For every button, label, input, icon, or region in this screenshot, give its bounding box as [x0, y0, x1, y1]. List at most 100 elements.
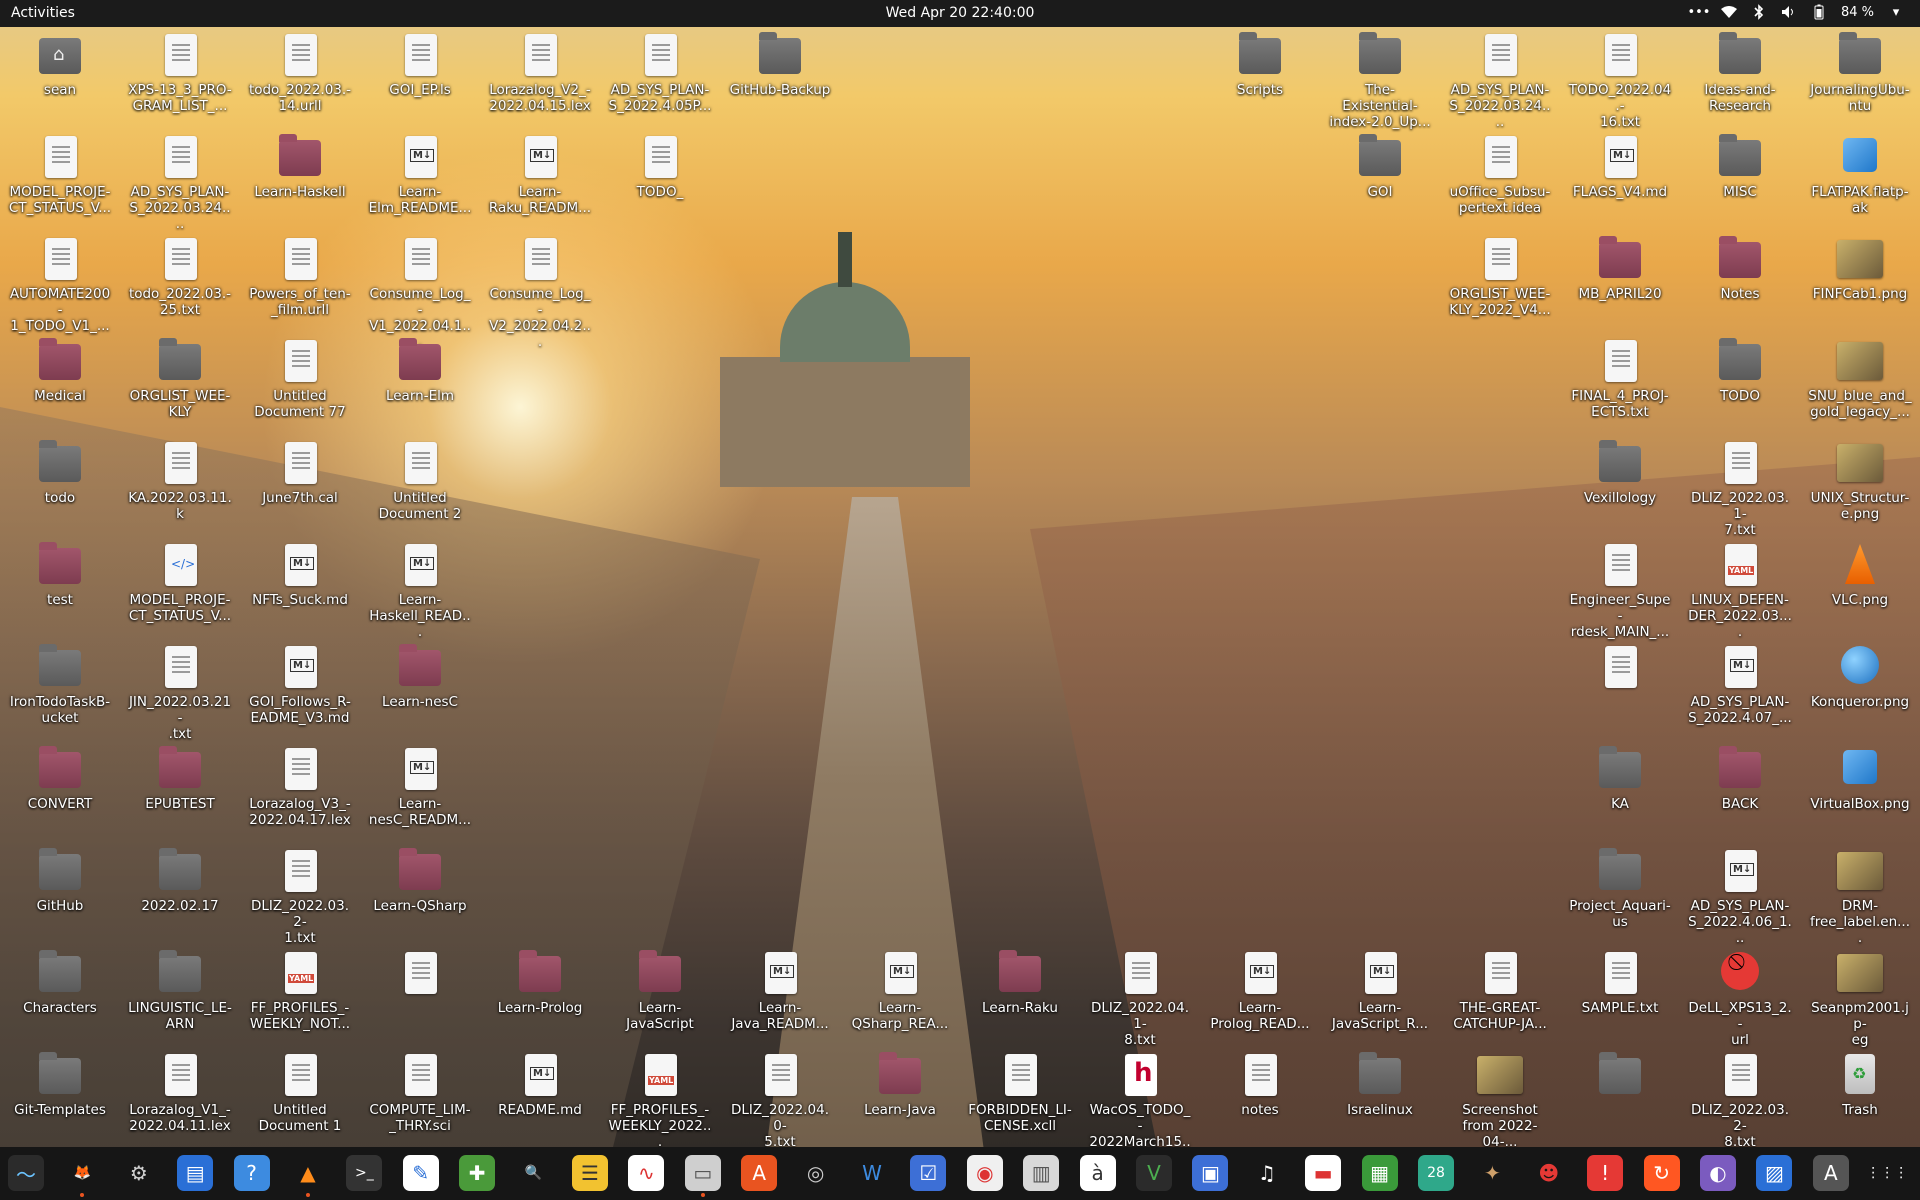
desktop-icon[interactable]: TODO: [1688, 338, 1792, 404]
desktop-icon[interactable]: VLC.png: [1808, 542, 1912, 608]
desktop-icon[interactable]: Learn- Haskell_READ...: [368, 542, 472, 640]
desktop-icon[interactable]: CONVERT: [8, 746, 112, 812]
desktop-icon[interactable]: notes: [1208, 1052, 1312, 1118]
desktop-icon[interactable]: TODO_: [608, 134, 712, 200]
desktop-icon[interactable]: DeLL_XPS13_2.- url: [1688, 950, 1792, 1048]
sticker-icon[interactable]: ◉: [966, 1155, 1003, 1191]
vim-icon[interactable]: V: [1136, 1155, 1172, 1191]
software-center-icon[interactable]: A: [741, 1155, 778, 1191]
disc-icon[interactable]: ◎: [798, 1155, 834, 1191]
desktop-icon[interactable]: README.md: [488, 1052, 592, 1118]
desktop-icon[interactable]: Vexillology: [1568, 440, 1672, 506]
desktop-icon[interactable]: Untitled Document 1: [248, 1052, 352, 1134]
desktop-icon[interactable]: FINAL_4_PROJ- ECTS.txt: [1568, 338, 1672, 420]
desktop-icon[interactable]: FLAGS_V4.md: [1568, 134, 1672, 200]
desktop-icon[interactable]: MB_APRIL20: [1568, 236, 1672, 302]
desktop-icon[interactable]: GOI: [1328, 134, 1432, 200]
desktop-icon[interactable]: JournalingUbu- ntu: [1808, 32, 1912, 114]
calendar-icon[interactable]: 28: [1418, 1155, 1454, 1191]
desktop-icon[interactable]: FINFCab1.png: [1808, 236, 1912, 302]
desktop-icon[interactable]: Learn-Prolog: [488, 950, 592, 1016]
gimp-icon[interactable]: ✦: [1474, 1155, 1510, 1191]
desktop-icon[interactable]: uOffice_Subsu- pertext.idea: [1448, 134, 1552, 216]
desktop-icon[interactable]: Learn-nesC: [368, 644, 472, 710]
app-grid-icon[interactable]: ⋮⋮⋮: [1866, 1155, 1908, 1191]
desktop-icon[interactable]: Learn- QSharp_REA...: [848, 950, 952, 1032]
desktop-icon[interactable]: DLIZ_2022.04.0- 5.txt: [728, 1052, 832, 1150]
desktop-icon[interactable]: MISC: [1688, 134, 1792, 200]
desktop-icon[interactable]: Characters: [8, 950, 112, 1016]
extension-icon[interactable]: ✚: [459, 1155, 496, 1191]
desktop-icon[interactable]: SNU_blue_and_ gold_legacy_...: [1808, 338, 1912, 420]
desktop-icon[interactable]: COMPUTE_LIM- _THRY.sci: [368, 1052, 472, 1134]
desktop-icon[interactable]: GOI_EP.ls: [368, 32, 472, 98]
battery-icon[interactable]: [1811, 4, 1827, 20]
desktop-icon[interactable]: [368, 950, 472, 1000]
desktop-icon[interactable]: Learn-Raku: [968, 950, 1072, 1016]
desktop-icon[interactable]: Scripts: [1208, 32, 1312, 98]
desktop-icon[interactable]: [1568, 644, 1672, 694]
desktop-icon[interactable]: Notes: [1688, 236, 1792, 302]
desktop-icon[interactable]: IronTodoTaskB- ucket: [8, 644, 112, 726]
desktop-icon[interactable]: Learn- Raku_READM...: [488, 134, 592, 216]
desktop-icon[interactable]: Trash: [1808, 1052, 1912, 1118]
desktop-icon[interactable]: SAMPLE.txt: [1568, 950, 1672, 1016]
desktop-icon[interactable]: DLIZ_2022.03.1- 7.txt: [1688, 440, 1792, 538]
image-viewer-icon[interactable]: 🔍: [516, 1155, 552, 1191]
desktop-icon[interactable]: TODO_2022.04.- 16.txt: [1568, 32, 1672, 130]
desktop-icon[interactable]: Consume_Log_- V2_2022.04.2...: [488, 236, 592, 350]
more-icon[interactable]: •••: [1687, 4, 1710, 20]
desktop-icon[interactable]: DLIZ_2022.04.1- 8.txt: [1088, 950, 1192, 1048]
desktop-icon[interactable]: Israelinux: [1328, 1052, 1432, 1118]
desktop-icon[interactable]: Learn- Prolog_READ...: [1208, 950, 1312, 1032]
firefox-icon[interactable]: 🦊: [64, 1155, 100, 1197]
desktop-icon[interactable]: Learn- JavaScript: [608, 950, 712, 1032]
writer-icon[interactable]: W: [854, 1155, 890, 1191]
mario-icon[interactable]: ☻: [1531, 1155, 1567, 1191]
desktop-icon[interactable]: Learn- nesC_READM...: [368, 746, 472, 828]
desktop-icon[interactable]: todo_2022.03.- 25.txt: [128, 236, 232, 318]
desktop-icon[interactable]: FF_PROFILES_- WEEKLY_NOT...: [248, 950, 352, 1032]
desktop-icon[interactable]: FLATPAK.flatp- ak: [1808, 134, 1912, 216]
desktop-icon[interactable]: Learn-Java: [848, 1052, 952, 1118]
archive-icon[interactable]: ▥: [1023, 1155, 1060, 1191]
update-icon[interactable]: ↻: [1643, 1155, 1680, 1191]
desktop-icon[interactable]: Learn- JavaScript_R...: [1328, 950, 1432, 1032]
desktop-icon[interactable]: Consume_Log_- V1_2022.04.1...: [368, 236, 472, 350]
notes-icon[interactable]: ☰: [572, 1155, 608, 1191]
document-icon[interactable]: ▤: [177, 1155, 214, 1191]
system-monitor-icon[interactable]: 〜: [8, 1155, 44, 1191]
music-icon[interactable]: ♫: [1249, 1155, 1285, 1191]
vlc-icon[interactable]: ▲: [290, 1155, 326, 1197]
power-menu-icon[interactable]: ▾: [1888, 4, 1904, 20]
alert-icon[interactable]: !: [1587, 1155, 1624, 1191]
desktop-icon[interactable]: 2022.02.17: [128, 848, 232, 914]
presentation-icon[interactable]: ▬: [1305, 1155, 1342, 1191]
desktop-icon[interactable]: test: [8, 542, 112, 608]
update-manager-icon[interactable]: A: [1812, 1155, 1849, 1191]
desktop-icon[interactable]: DLIZ_2022.03.2- 1.txt: [248, 848, 352, 946]
clock[interactable]: Wed Apr 20 22:40:00: [886, 5, 1035, 21]
desktop-icon[interactable]: AD_SYS_PLAN- S_2022.4.05P...: [608, 32, 712, 114]
desktop-icon[interactable]: sean: [8, 32, 112, 98]
desktop-icon[interactable]: Learn- Java_READM...: [728, 950, 832, 1032]
desktop-icon[interactable]: Ideas-and- Research: [1688, 32, 1792, 114]
desktop-icon[interactable]: DLIZ_2022.03.2- 8.txt: [1688, 1052, 1792, 1150]
desktop-icon[interactable]: Project_Aquari- us: [1568, 848, 1672, 930]
desktop-icon[interactable]: AD_SYS_PLAN- S_2022.03.24....: [1448, 32, 1552, 130]
tor-icon[interactable]: ◐: [1700, 1155, 1736, 1191]
desktop-icon[interactable]: GOI_Follows_R- EADME_V3.md: [248, 644, 352, 726]
text-editor-icon[interactable]: ✎: [402, 1155, 439, 1191]
desktop-icon[interactable]: GitHub: [8, 848, 112, 914]
desktop-icon[interactable]: Learn- Elm_README...: [368, 134, 472, 216]
desktop-icon[interactable]: ORGLIST_WEE- KLY_2022_V4...: [1448, 236, 1552, 318]
desktop-icon[interactable]: ORGLIST_WEE- KLY: [128, 338, 232, 420]
files-icon[interactable]: ▭: [684, 1155, 721, 1197]
desktop-icon[interactable]: Learn-Haskell: [248, 134, 352, 200]
help-icon[interactable]: ?: [233, 1155, 270, 1191]
font-icon[interactable]: à: [1079, 1155, 1116, 1191]
desktop-icon[interactable]: LINGUISTIC_LE- ARN: [128, 950, 232, 1032]
desktop-icon[interactable]: Lorazalog_V1_- 2022.04.11.lex: [128, 1052, 232, 1134]
desktop-icon[interactable]: BACK: [1688, 746, 1792, 812]
desktop-icon[interactable]: Screenshot from 2022-04-...: [1448, 1052, 1552, 1150]
